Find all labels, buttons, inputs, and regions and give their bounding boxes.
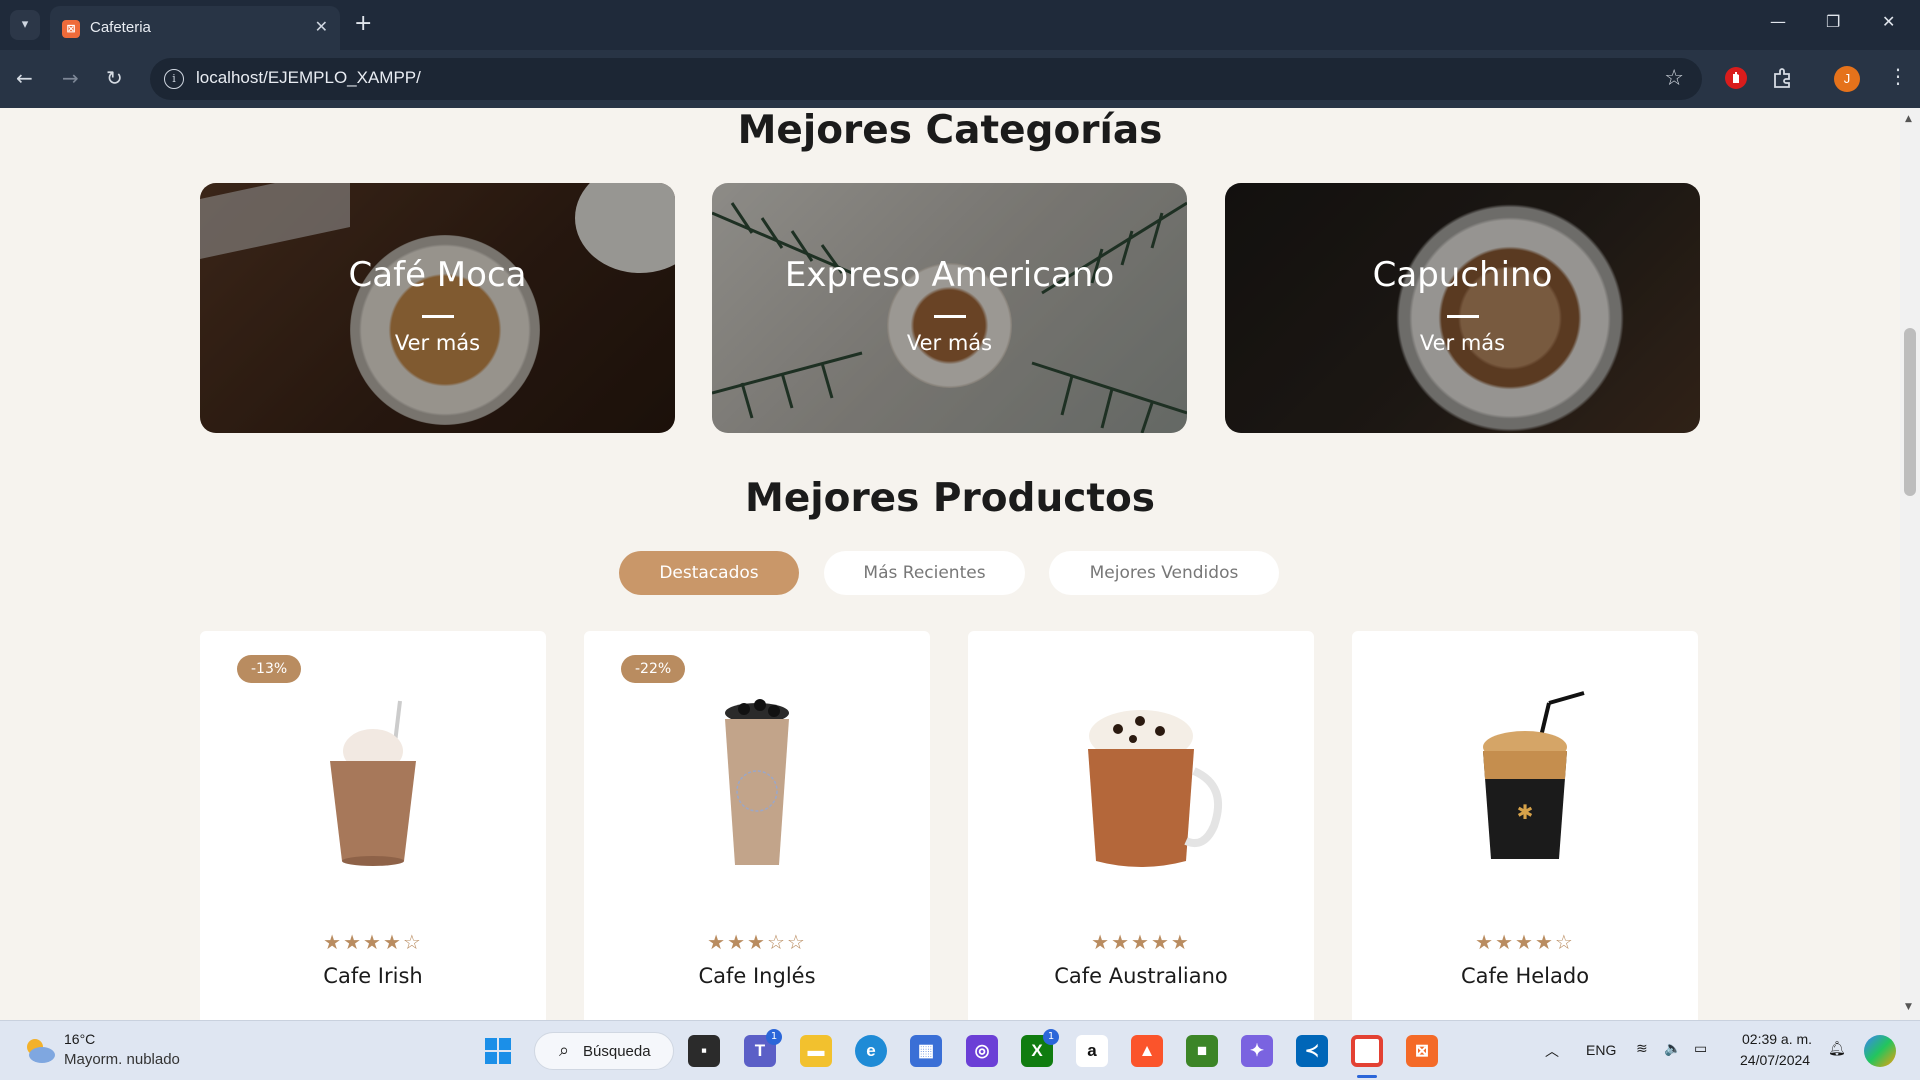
product-card[interactable]: ✱ ★★★★☆ Cafe Helado — [1352, 631, 1698, 1020]
task-view-icon[interactable]: ▪ — [688, 1035, 720, 1067]
gemini-icon[interactable]: ✦ — [1241, 1035, 1273, 1067]
category-title: Café Moca — [348, 255, 527, 295]
category-more-link[interactable]: Ver más — [200, 331, 675, 355]
tab-title: Cafeteria — [90, 19, 151, 36]
filter-destacados-button[interactable]: Destacados — [619, 551, 799, 595]
minecraft-icon[interactable]: ■ — [1186, 1035, 1218, 1067]
category-card-capuchino[interactable]: Capuchino Ver más — [1225, 183, 1700, 433]
scroll-thumb[interactable] — [1904, 328, 1916, 496]
discount-badge: -22% — [621, 655, 686, 683]
new-tab-plus-icon[interactable]: + — [354, 10, 372, 38]
categories-title: Mejores Categorías — [737, 108, 1163, 153]
bookmark-star-icon[interactable]: ☆ — [1664, 66, 1684, 91]
forward-arrow-icon[interactable]: → — [62, 66, 79, 90]
search-icon: ⌕ — [559, 1040, 570, 1061]
volume-icon[interactable]: 🔈 — [1664, 1040, 1681, 1057]
address-bar[interactable]: i localhost/EJEMPLO_XAMPP/ ☆ — [150, 58, 1702, 100]
xampp-favicon-icon: ⊠ — [62, 20, 80, 38]
product-card[interactable]: -13% ★★★★☆ Cafe Irish — [200, 631, 546, 1020]
product-card[interactable]: ★★★★★ Cafe Australiano — [968, 631, 1314, 1020]
chrome-icon[interactable] — [1351, 1035, 1383, 1067]
iced-coffee-image: ✱ — [1483, 691, 1585, 859]
category-divider — [1446, 315, 1479, 318]
amazon-icon[interactable]: a — [1076, 1035, 1108, 1067]
svg-text:✱: ✱ — [1517, 800, 1534, 824]
xbox-badge: 1 — [1043, 1029, 1059, 1045]
product-name: Cafe Inglés — [698, 964, 816, 988]
category-title: Expreso Americano — [784, 255, 1115, 295]
browser-tab-active[interactable]: ⊠ Cafeteria ✕ — [50, 6, 340, 50]
clock-time[interactable]: 02:39 a. m. — [1742, 1031, 1812, 1047]
category-card-moca[interactable]: Café Moca Ver más — [200, 183, 675, 433]
vscode-icon[interactable]: ≺ — [1296, 1035, 1328, 1067]
australian-coffee-image — [1088, 710, 1222, 867]
profile-avatar[interactable]: J — [1834, 66, 1860, 92]
show-hidden-icons-chevron[interactable]: ︿ — [1545, 1041, 1559, 1061]
browser-toolbar: ← → ↻ i localhost/EJEMPLO_XAMPP/ ☆ J ⋮ — [0, 50, 1920, 108]
scroll-down-icon[interactable]: ▼ — [1905, 1002, 1912, 1012]
clock-date[interactable]: 24/07/2024 — [1740, 1052, 1810, 1068]
extensions-puzzle-icon[interactable] — [1770, 66, 1794, 90]
rating-stars: ★★★☆☆ — [707, 930, 807, 954]
page-scrollbar[interactable]: ▲ ▼ — [1900, 108, 1920, 1020]
windows-taskbar: 16°C Mayorm. nublado ⌕ Búsqueda ▪ T 1 ▬ … — [0, 1020, 1920, 1080]
taskbar-search[interactable]: ⌕ Búsqueda — [534, 1032, 674, 1070]
scroll-up-icon[interactable]: ▲ — [1905, 114, 1912, 124]
discount-badge: -13% — [237, 655, 302, 683]
category-divider — [421, 315, 454, 318]
weather-temperature[interactable]: 16°C — [64, 1031, 95, 1047]
site-info-icon[interactable]: i — [164, 69, 184, 89]
tab-close-icon[interactable]: ✕ — [315, 17, 328, 36]
window-close-icon[interactable]: ✕ — [1882, 12, 1895, 31]
weather-description[interactable]: Mayorm. nublado — [64, 1051, 180, 1068]
browser-tab-strip: ▾ ⊠ Cafeteria ✕ + — ❐ ✕ — [0, 0, 1920, 50]
tab-search-chevron-icon[interactable]: ▾ — [10, 10, 40, 40]
product-name: Cafe Australiano — [1054, 964, 1228, 988]
battery-icon[interactable]: ▭ — [1694, 1040, 1707, 1057]
teams-badge: 1 — [766, 1029, 782, 1045]
copilot-icon[interactable] — [1864, 1035, 1896, 1067]
notification-bell-icon[interactable]: 🔔︎ — [1828, 1040, 1846, 1057]
category-card-americano[interactable]: Expreso Americano Ver más — [712, 183, 1187, 433]
category-divider — [933, 315, 966, 318]
product-name: Cafe Irish — [323, 964, 423, 988]
category-title: Capuchino — [1372, 255, 1553, 295]
minimize-icon[interactable]: — — [1770, 12, 1786, 31]
file-explorer-icon[interactable]: ▬ — [800, 1035, 832, 1067]
language-indicator[interactable]: ENG — [1586, 1042, 1616, 1058]
weather-cloudy-icon[interactable] — [22, 1035, 56, 1065]
page-viewport: Mejores Categorías Café Moca Ver más Exp… — [0, 108, 1900, 1020]
menu-kebab-icon[interactable]: ⋮ — [1888, 64, 1908, 88]
extension-red-hand-icon[interactable] — [1724, 66, 1748, 90]
irish-coffee-image — [330, 700, 416, 866]
wifi-icon[interactable]: ≋ — [1636, 1040, 1648, 1057]
brave-icon[interactable]: ▲ — [1131, 1035, 1163, 1067]
windows-start-icon[interactable] — [482, 1035, 514, 1067]
edge-icon[interactable]: e — [855, 1035, 887, 1067]
rating-stars: ★★★★☆ — [1475, 930, 1575, 954]
reload-icon[interactable]: ↻ — [106, 66, 123, 90]
instagram-icon[interactable]: ◎ — [966, 1035, 998, 1067]
xampp-icon[interactable]: ⊠ — [1406, 1035, 1438, 1067]
filter-vendidos-button[interactable]: Mejores Vendidos — [1049, 551, 1279, 595]
rating-stars: ★★★★☆ — [323, 930, 423, 954]
product-name: Cafe Helado — [1460, 964, 1590, 988]
chrome-active-indicator — [1357, 1075, 1377, 1078]
back-arrow-icon[interactable]: ← — [16, 66, 33, 90]
url-text[interactable]: localhost/EJEMPLO_XAMPP/ — [196, 68, 421, 88]
search-label: Búsqueda — [583, 1043, 651, 1060]
category-more-link[interactable]: Ver más — [712, 331, 1187, 355]
category-more-link[interactable]: Ver más — [1225, 331, 1700, 355]
products-title: Mejores Productos — [745, 476, 1155, 521]
restore-icon[interactable]: ❐ — [1826, 12, 1840, 31]
rating-stars: ★★★★★ — [1091, 930, 1191, 954]
store-icon[interactable]: ▦ — [910, 1035, 942, 1067]
filter-recientes-button[interactable]: Más Recientes — [824, 551, 1025, 595]
product-card[interactable]: -22% ★★★☆☆ Cafe Inglés — [584, 631, 930, 1020]
english-coffee-image — [725, 699, 789, 865]
